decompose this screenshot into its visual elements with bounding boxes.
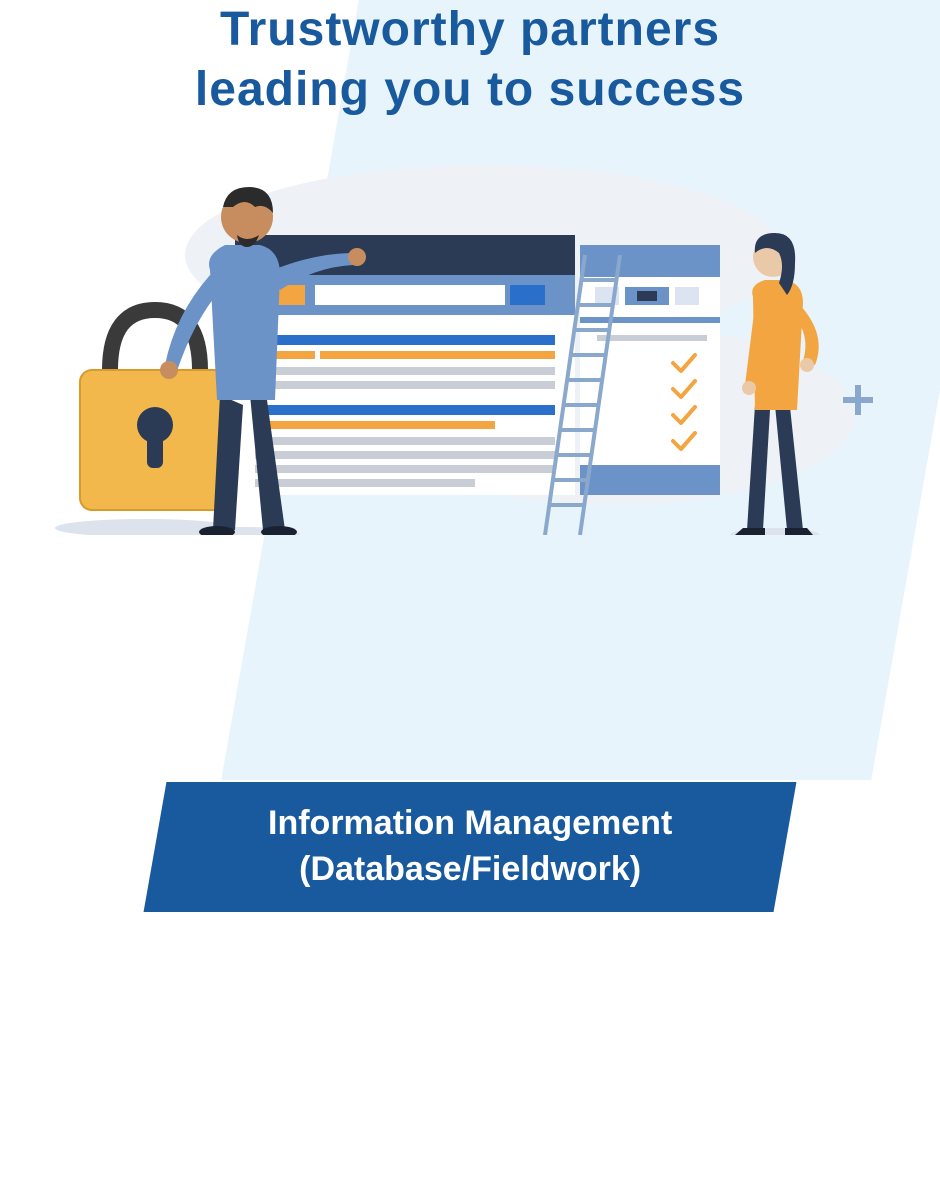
headline-line-2: leading you to success [195,63,745,116]
category-banner: Information Management (Database/Fieldwo… [144,782,797,912]
headline-line-1: Trustworthy partners [220,3,720,56]
padlock-icon [55,310,235,535]
mobile-panel-icon [580,245,720,495]
hero-illustration [55,135,885,535]
illustration-svg [55,135,885,535]
banner-text: Information Management (Database/Fieldwo… [268,801,672,893]
page-headline: Trustworthy partners leading you to succ… [0,0,940,120]
banner-line-2: (Database/Fieldwork) [299,850,641,888]
banner-line-1: Information Management [268,804,672,842]
